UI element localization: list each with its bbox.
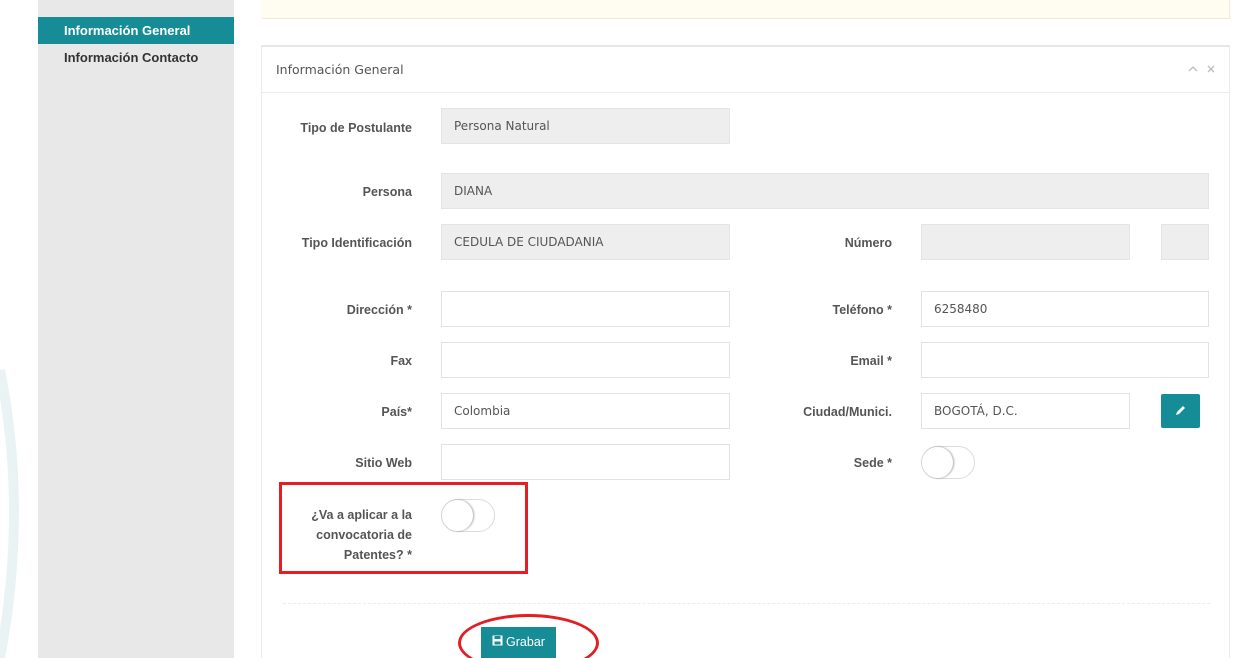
telefono-input[interactable]: 6258480 bbox=[921, 291, 1209, 327]
floppy-disk-icon bbox=[492, 627, 503, 658]
alert-strip bbox=[262, 0, 1230, 19]
tipo-postulante-label: Tipo de Postulante bbox=[300, 121, 412, 135]
panel-title: Información General bbox=[276, 62, 404, 77]
pais-label: País* bbox=[381, 405, 412, 419]
sitio-web-input[interactable] bbox=[441, 444, 730, 480]
ciudad-label: Ciudad/Munici. bbox=[803, 405, 892, 419]
numero-label: Número bbox=[844, 236, 892, 250]
fax-input[interactable] bbox=[441, 342, 730, 378]
persona-field: DIANA bbox=[441, 173, 1209, 209]
patentes-toggle[interactable] bbox=[441, 499, 495, 532]
pais-input[interactable]: Colombia bbox=[441, 393, 730, 429]
sede-label: Sede * bbox=[853, 456, 892, 470]
tipo-postulante-field: Persona Natural bbox=[441, 108, 730, 144]
email-label: Email * bbox=[850, 354, 892, 368]
email-input[interactable] bbox=[921, 342, 1209, 378]
sidebar-item-informacion-general[interactable]: Información General bbox=[38, 17, 234, 44]
background-decoration bbox=[0, 369, 19, 658]
toggle-knob bbox=[442, 500, 473, 531]
sitio-web-label: Sitio Web bbox=[355, 456, 412, 470]
toggle-knob bbox=[922, 447, 953, 478]
direccion-input[interactable] bbox=[441, 291, 730, 327]
telefono-label: Teléfono * bbox=[832, 303, 893, 317]
panel-header: Información General bbox=[262, 47, 1229, 93]
close-icon[interactable] bbox=[1207, 62, 1215, 76]
form-divider bbox=[283, 603, 1210, 604]
fax-label: Fax bbox=[390, 354, 412, 368]
save-button[interactable]: Grabar bbox=[481, 627, 556, 658]
direccion-label: Dirección * bbox=[346, 303, 412, 317]
sidebar: Información General Información Contacto bbox=[38, 0, 234, 658]
edit-city-button[interactable] bbox=[1161, 394, 1200, 428]
sidebar-item-informacion-contacto[interactable]: Información Contacto bbox=[38, 44, 234, 72]
patentes-label: ¿Va a aplicar a la convocatoria de Paten… bbox=[311, 508, 412, 562]
tipo-identificacion-label: Tipo Identificación bbox=[301, 236, 412, 250]
numero-field bbox=[921, 224, 1130, 260]
persona-label: Persona bbox=[362, 185, 412, 199]
numero-extra-field bbox=[1161, 224, 1209, 260]
panel-tools bbox=[1182, 62, 1215, 76]
sede-toggle[interactable] bbox=[921, 446, 975, 479]
ciudad-input[interactable]: BOGOTÁ, D.C. bbox=[921, 393, 1130, 429]
collapse-icon[interactable] bbox=[1188, 62, 1201, 76]
save-button-label: Grabar bbox=[506, 635, 545, 649]
tipo-identificacion-field: CEDULA DE CIUDADANIA bbox=[441, 224, 730, 260]
pencil-icon bbox=[1174, 404, 1187, 420]
